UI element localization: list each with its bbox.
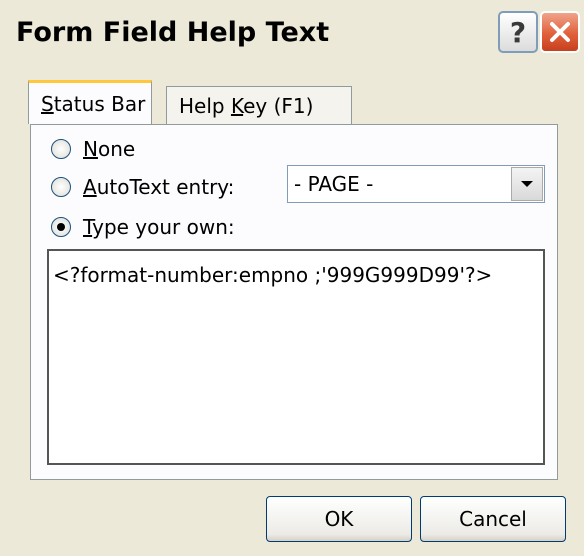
tab-label: Status Bar [41,91,146,116]
help-button[interactable]: ? [498,11,538,53]
tab-label: Help Key (F1) [179,93,314,118]
option-none-label: None [83,137,136,161]
dropdown-arrow-button[interactable] [511,167,543,201]
option-autotext[interactable]: AutoText entry: [51,175,234,199]
option-type-own-label: Type your own: [83,215,235,239]
radio-autotext[interactable] [51,177,71,197]
autotext-combo[interactable]: - PAGE - [287,165,545,203]
ok-button[interactable]: OK [266,496,412,542]
cancel-button[interactable]: Cancel [420,496,566,542]
autotext-combo-value: - PAGE - [294,172,374,196]
tab-help-key[interactable]: Help Key (F1) [166,86,352,124]
close-button[interactable] [540,11,580,53]
question-mark-icon: ? [509,15,527,49]
tab-status-bar[interactable]: Status Bar [28,80,152,124]
chevron-down-icon [521,181,533,187]
help-text-input[interactable]: <?format-number:empno ;'999G999D99'?> [47,249,545,465]
option-type-own[interactable]: Type your own: [51,215,235,239]
radio-type-own[interactable] [51,217,71,237]
radio-none[interactable] [51,139,71,159]
close-icon [550,22,570,42]
option-autotext-label: AutoText entry: [83,175,235,199]
status-bar-panel: None AutoText entry: - PAGE - Type your … [30,124,558,480]
option-none[interactable]: None [51,137,135,161]
title-bar: Form Field Help Text ? [0,0,584,70]
form-field-help-text-dialog: Form Field Help Text ? Status Bar Help K… [0,0,584,556]
dialog-title: Form Field Help Text [16,17,330,48]
